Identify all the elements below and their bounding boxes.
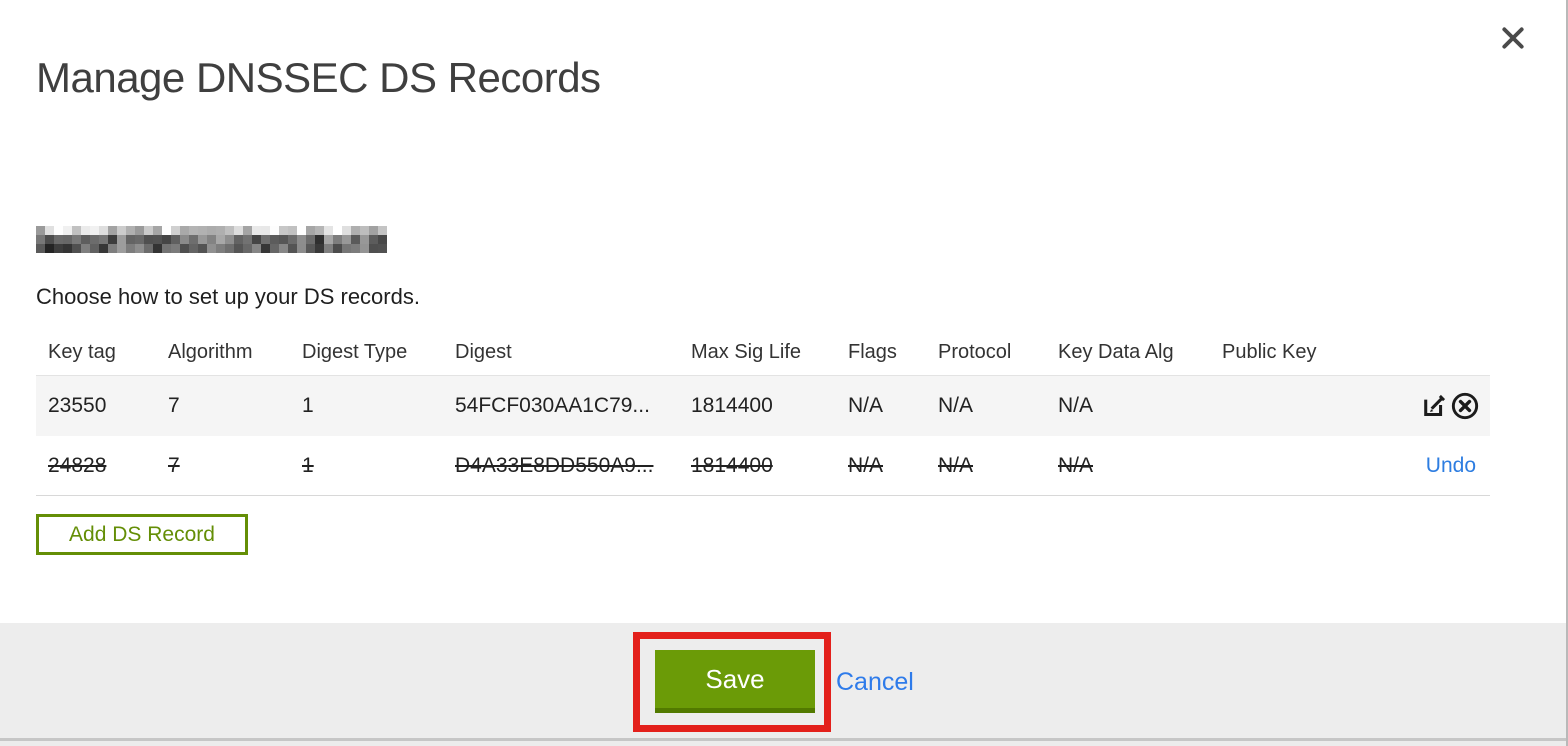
undo-link[interactable]: Undo bbox=[1426, 454, 1476, 478]
table-row-deleted: 24828 7 1 D4A33E8DD550A9... 1814400 N/A … bbox=[36, 436, 1490, 496]
close-button[interactable] bbox=[1498, 24, 1528, 54]
column-header-algorithm: Algorithm bbox=[168, 341, 253, 363]
redacted-domain-image bbox=[36, 226, 387, 253]
column-header-digest-type: Digest Type bbox=[302, 341, 408, 363]
column-header-flags: Flags bbox=[848, 341, 897, 363]
page-title: Manage DNSSEC DS Records bbox=[36, 54, 601, 102]
manage-dnssec-modal: Manage DNSSEC DS Records Choose how to s… bbox=[0, 0, 1568, 746]
cell-max-sig-life: 1814400 bbox=[691, 453, 773, 477]
edit-record-button[interactable] bbox=[1421, 392, 1448, 420]
save-button[interactable]: Save bbox=[655, 650, 815, 713]
cell-key-tag: 24828 bbox=[48, 453, 107, 477]
edit-icon bbox=[1424, 394, 1446, 417]
cell-flags: N/A bbox=[848, 453, 884, 477]
page-bottom-strip bbox=[0, 741, 1566, 746]
delete-icon bbox=[1451, 392, 1479, 420]
column-header-protocol: Protocol bbox=[938, 341, 1012, 363]
column-header-key-data-alg: Key Data Alg bbox=[1058, 341, 1174, 363]
modal-footer: Save Cancel bbox=[0, 623, 1566, 738]
cell-digest-type: 1 bbox=[302, 453, 314, 477]
cell-max-sig-life: 1814400 bbox=[691, 394, 773, 417]
close-icon bbox=[1502, 26, 1524, 49]
table-row: 23550 7 1 54FCF030AA1C79... 1814400 N/A … bbox=[36, 376, 1490, 436]
cell-key-tag: 23550 bbox=[48, 394, 107, 417]
cell-algorithm: 7 bbox=[168, 453, 180, 477]
cancel-link[interactable]: Cancel bbox=[836, 668, 914, 697]
column-header-digest: Digest bbox=[455, 341, 512, 363]
cell-key-data-alg: N/A bbox=[1058, 394, 1094, 417]
cell-digest: 54FCF030AA1C79... bbox=[455, 394, 650, 417]
cell-flags: N/A bbox=[848, 394, 884, 417]
ds-records-table: Key tag Algorithm Digest Type Digest Max… bbox=[36, 330, 1490, 496]
cell-key-data-alg: N/A bbox=[1058, 453, 1094, 477]
cell-protocol: N/A bbox=[938, 453, 974, 477]
delete-record-button[interactable] bbox=[1451, 392, 1479, 420]
cell-digest-type: 1 bbox=[302, 394, 314, 417]
column-header-public-key: Public Key bbox=[1222, 341, 1317, 363]
table-header-row: Key tag Algorithm Digest Type Digest Max… bbox=[36, 330, 1490, 376]
add-ds-record-button[interactable]: Add DS Record bbox=[36, 514, 248, 555]
column-header-max-sig-life: Max Sig Life bbox=[691, 341, 802, 363]
instruction-text: Choose how to set up your DS records. bbox=[36, 284, 420, 309]
cell-digest: D4A33E8DD550A9... bbox=[455, 453, 654, 477]
cell-algorithm: 7 bbox=[168, 394, 180, 417]
cell-protocol: N/A bbox=[938, 394, 974, 417]
column-header-key-tag: Key tag bbox=[48, 341, 116, 363]
